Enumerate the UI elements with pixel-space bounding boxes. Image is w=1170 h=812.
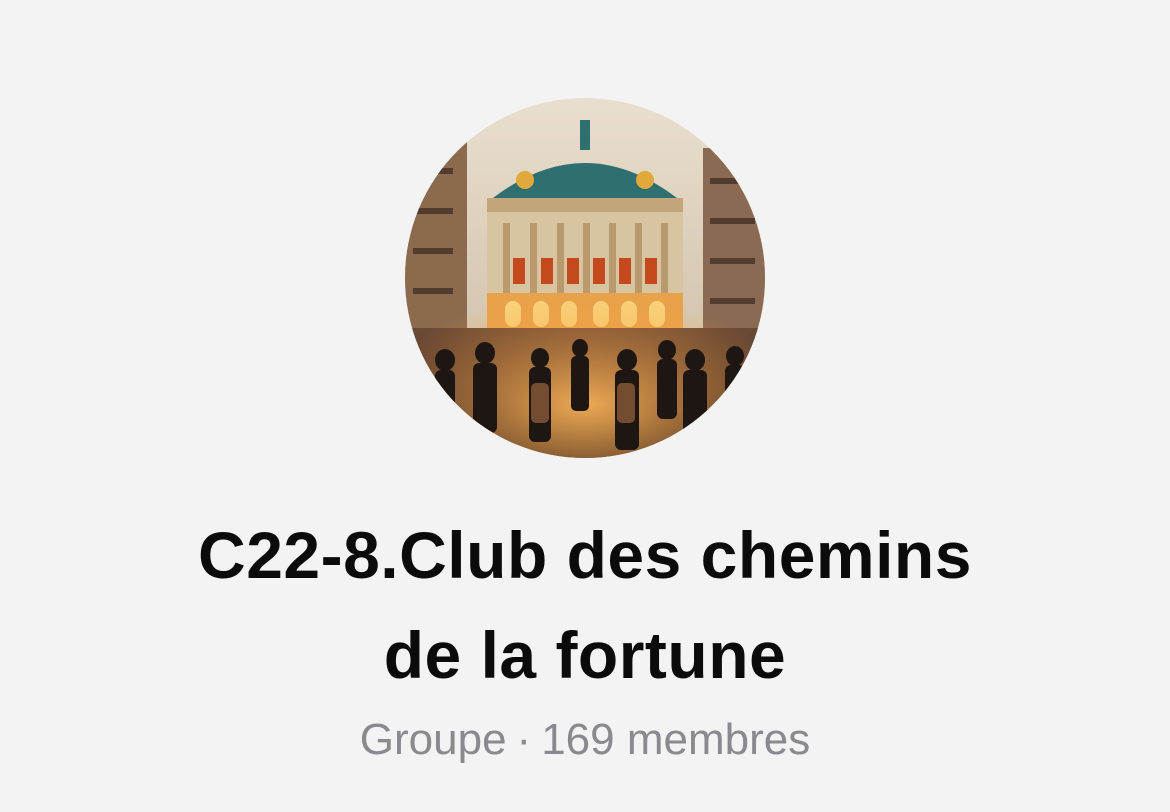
group-meta: Groupe · 169 membres bbox=[0, 710, 1170, 770]
opera-house-photo-icon bbox=[405, 98, 765, 458]
member-count[interactable]: 169 membres bbox=[541, 715, 810, 764]
group-title-line-1: C22-8.Club des chemins bbox=[198, 518, 972, 592]
meta-separator: · bbox=[516, 715, 532, 764]
group-type-label: Groupe bbox=[359, 715, 507, 764]
group-avatar[interactable] bbox=[405, 98, 765, 458]
group-title-line-2: de la fortune bbox=[383, 618, 787, 692]
group-title: C22-8.Club des chemins de la fortune bbox=[60, 505, 1110, 705]
group-profile-header: C22-8.Club des chemins de la fortune Gro… bbox=[0, 0, 1170, 812]
